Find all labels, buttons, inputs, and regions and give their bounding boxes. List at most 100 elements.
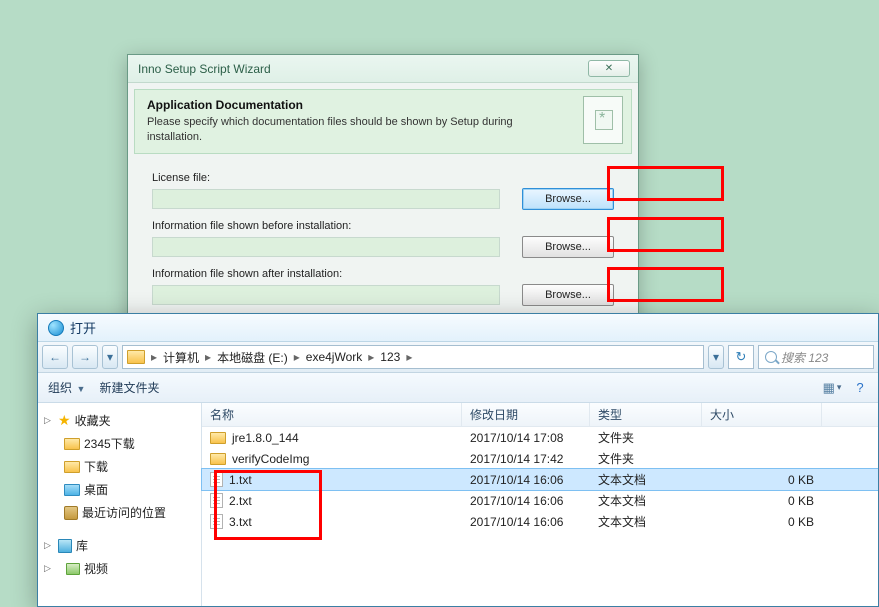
sidebar-videos[interactable]: ▷ 视频 [42, 557, 197, 580]
help-icon: ? [856, 380, 863, 395]
new-folder-button[interactable]: 新建文件夹 [99, 379, 159, 396]
toolbar: 组织 ▼ 新建文件夹 ▦▾ ? [38, 373, 878, 403]
file-type: 文件夹 [590, 429, 702, 446]
file-name: 2.txt [229, 494, 252, 508]
forward-arrow-icon: → [79, 350, 91, 364]
sidebar-favorites[interactable]: ▷ ★ 收藏夹 [42, 409, 197, 432]
back-arrow-icon: ← [49, 350, 61, 364]
file-date: 2017/10/14 17:42 [462, 452, 590, 466]
file-name: 3.txt [229, 515, 252, 529]
recent-icon [64, 506, 78, 520]
file-name: jre1.8.0_144 [232, 431, 299, 445]
browse-button-before[interactable]: Browse... [522, 236, 614, 258]
wizard-titlebar[interactable]: Inno Setup Script Wizard ✕ [128, 55, 638, 83]
wizard-header-subtitle: Please specify which documentation files… [147, 115, 537, 145]
before-info-input[interactable] [152, 237, 500, 257]
close-icon: ✕ [605, 63, 613, 74]
column-header-size[interactable]: 大小 [702, 403, 822, 426]
close-button[interactable]: ✕ [588, 60, 630, 77]
organize-menu[interactable]: 组织 ▼ [48, 379, 85, 396]
forward-button[interactable]: → [72, 345, 98, 369]
folder-icon [64, 438, 80, 450]
wizard-title: Inno Setup Script Wizard [138, 62, 271, 76]
before-info-label: Information file shown before installati… [152, 220, 614, 232]
view-icon: ▦ [823, 380, 835, 396]
column-header-name[interactable]: 名称 [202, 403, 462, 426]
browse-button-license[interactable]: Browse... [522, 188, 614, 210]
file-name: 1.txt [229, 473, 252, 487]
sidebar-recent[interactable]: 最近访问的位置 [42, 501, 197, 524]
file-size: 0 KB [702, 473, 822, 487]
wizard-dialog: Inno Setup Script Wizard ✕ Application D… [127, 54, 639, 331]
file-icon [210, 472, 223, 487]
file-type: 文本文档 [590, 513, 702, 530]
folder-icon [64, 461, 80, 473]
wizard-header: Application Documentation Please specify… [134, 89, 632, 154]
history-dropdown-button[interactable]: ▾ [102, 345, 118, 369]
video-icon [66, 563, 80, 575]
back-button[interactable]: ← [42, 345, 68, 369]
globe-icon [48, 320, 64, 336]
refresh-icon: ↻ [736, 349, 747, 365]
chevron-down-icon: ▾ [837, 382, 842, 393]
split-body: ▷ ★ 收藏夹 2345下载 下载 桌面 最近访问的位置 ▷ [38, 403, 878, 606]
chevron-down-icon: ▼ [74, 384, 85, 394]
star-icon: ★ [58, 412, 71, 429]
file-size: 0 KB [702, 494, 822, 508]
file-date: 2017/10/14 16:06 [462, 494, 590, 508]
sidebar-downloads[interactable]: 下载 [42, 455, 197, 478]
folder-icon [127, 350, 145, 364]
library-icon [58, 539, 72, 553]
file-date: 2017/10/14 16:06 [462, 473, 590, 487]
breadcrumb-segment[interactable]: 本地磁盘 (E:) [213, 349, 292, 366]
chevron-right-icon: ▸ [292, 350, 302, 364]
breadcrumb-segment[interactable]: exe4jWork [302, 350, 366, 364]
file-name: verifyCodeImg [232, 452, 309, 466]
after-info-row: Information file shown after installatio… [152, 268, 614, 306]
open-dialog-titlebar[interactable]: 打开 [38, 314, 878, 342]
sidebar-libraries[interactable]: ▷ 库 [42, 534, 197, 557]
chevron-right-icon: ▸ [149, 350, 159, 364]
document-icon [583, 96, 623, 144]
breadcrumb-segment[interactable]: 计算机 [159, 349, 203, 366]
browse-button-after[interactable]: Browse... [522, 284, 614, 306]
sidebar-desktop[interactable]: 桌面 [42, 478, 197, 501]
file-row[interactable]: verifyCodeImg 2017/10/14 17:42文件夹 [202, 448, 878, 469]
open-dialog-title: 打开 [70, 318, 96, 337]
file-row[interactable]: 1.txt 2017/10/14 16:06文本文档0 KB [202, 469, 878, 490]
chevron-down-icon: ▾ [713, 350, 719, 364]
sidebar-2345-downloads[interactable]: 2345下载 [42, 432, 197, 455]
view-options-button[interactable]: ▦▾ [820, 378, 844, 398]
search-input[interactable]: 搜索 123 [758, 345, 874, 369]
column-header-date[interactable]: 修改日期 [462, 403, 590, 426]
file-row[interactable]: 2.txt 2017/10/14 16:06文本文档0 KB [202, 490, 878, 511]
file-row[interactable]: jre1.8.0_1442017/10/14 17:08文件夹 [202, 427, 878, 448]
expand-caret-icon: ▷ [44, 540, 54, 551]
license-input[interactable] [152, 189, 500, 209]
after-info-input[interactable] [152, 285, 500, 305]
chevron-down-icon: ▾ [107, 350, 113, 364]
wizard-header-title: Application Documentation [147, 98, 619, 112]
column-header-type[interactable]: 类型 [590, 403, 702, 426]
file-size: 0 KB [702, 515, 822, 529]
search-icon [765, 351, 777, 363]
after-info-label: Information file shown after installatio… [152, 268, 614, 280]
file-pane: 名称 修改日期 类型 大小 jre1.8.0_1442017/10/14 17:… [202, 403, 878, 606]
nav-row: ← → ▾ ▸ 计算机 ▸ 本地磁盘 (E:) ▸ exe4jWork ▸ 12… [38, 342, 878, 373]
breadcrumb-segment[interactable]: 123 [376, 350, 404, 364]
file-type: 文本文档 [590, 471, 702, 488]
wizard-body: License file: Browse... Information file… [128, 160, 638, 330]
expand-caret-icon: ▷ [44, 415, 54, 426]
file-type: 文件夹 [590, 450, 702, 467]
file-date: 2017/10/14 16:06 [462, 515, 590, 529]
license-row: License file: Browse... [152, 172, 614, 210]
refresh-button[interactable]: ↻ [728, 345, 754, 369]
breadcrumb-dropdown-button[interactable]: ▾ [708, 345, 724, 369]
file-icon [210, 493, 223, 508]
search-placeholder: 搜索 123 [781, 349, 828, 366]
help-button[interactable]: ? [848, 378, 872, 398]
chevron-right-icon: ▸ [404, 350, 414, 364]
file-row[interactable]: 3.txt 2017/10/14 16:06文本文档0 KB [202, 511, 878, 532]
breadcrumb[interactable]: ▸ 计算机 ▸ 本地磁盘 (E:) ▸ exe4jWork ▸ 123 ▸ [122, 345, 704, 369]
file-type: 文本文档 [590, 492, 702, 509]
